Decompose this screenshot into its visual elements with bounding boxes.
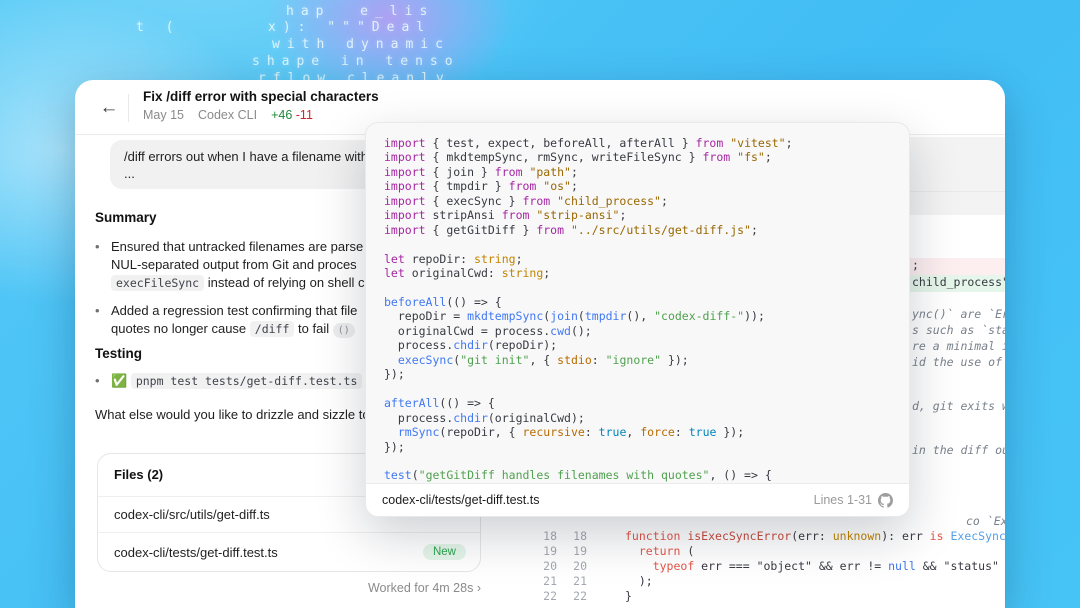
code-line: originalCwd = process.cwd();: [384, 324, 909, 338]
diff-code-fragment: co `ExecSyncErro: [966, 514, 1005, 529]
bullet-icon: •: [95, 302, 111, 320]
code-line: test("getGitDiff handles filenames with …: [384, 468, 909, 482]
diff-stats: +46 -11: [271, 108, 313, 122]
diff-code-fragment: re a minimal in: [912, 339, 1005, 354]
testing-bullet-line: •✅ pnpm test tests/get-diff.test.ts »: [95, 372, 383, 390]
code-preview-popup: import { test, expect, beforeAll, afterA…: [365, 122, 910, 517]
bg-text-line: x): """Deal: [268, 20, 431, 35]
worked-duration-link[interactable]: Worked for 4m 28s ›: [97, 581, 481, 595]
line-number-old: 19: [533, 544, 557, 559]
file-path: codex-cli/src/utils/get-diff.ts: [114, 507, 270, 522]
file-row[interactable]: codex-cli/tests/get-diff.test.ts New: [98, 532, 480, 571]
chevron-right-icon: ›: [477, 581, 481, 595]
summary-bullet-line: quotes no longer cause /diff to fail (): [95, 320, 355, 338]
check-icon: ✅: [111, 373, 127, 388]
code-line: execSync("git init", { stdio: "ignore" }…: [384, 353, 909, 367]
code-line: repoDir = mkdtempSync(join(tmpdir(), "co…: [384, 309, 909, 323]
diff-code-fragment: in the diff out: [912, 443, 1005, 458]
user-message-line: /diff errors out when I have a filename …: [124, 148, 396, 165]
header-divider: [128, 94, 129, 122]
summary-bullet-line: •Ensured that untracked filenames are pa…: [95, 238, 363, 256]
summary-bullet-line: NUL-separated output from Git and proces: [95, 256, 357, 274]
code-line: import { execSync } from "child_process"…: [384, 194, 909, 208]
summary-bullet-line: •Added a regression test confirming that…: [95, 302, 357, 320]
diff-code-fragment: id the use of `: [912, 355, 1005, 370]
popup-code[interactable]: import { test, expect, beforeAll, afterA…: [366, 123, 909, 485]
line-number-old: 21: [533, 574, 557, 589]
code-line: });: [384, 440, 909, 454]
bullet-icon: •: [95, 238, 111, 256]
diff-code-fragment: ync()` are `Err: [912, 307, 1005, 322]
code-line: process.chdir(originalCwd);: [384, 411, 909, 425]
task-meta: May 15 Codex CLI +46 -11: [143, 108, 313, 122]
line-number-old: 18: [533, 529, 557, 544]
diff-code-text: typeof err === "object" && err != null &…: [625, 559, 1005, 574]
popup-footer: codex-cli/tests/get-diff.test.ts Lines 1…: [366, 483, 909, 516]
line-number-new: 21: [563, 574, 587, 589]
diff-code-text: );: [625, 574, 653, 589]
file-path: codex-cli/tests/get-diff.test.ts: [114, 545, 278, 560]
user-message-ellipsis[interactable]: ...: [124, 165, 396, 182]
new-file-badge: New: [423, 544, 466, 560]
task-date: May 15: [143, 108, 184, 122]
task-title: Fix /diff error with special characters: [143, 89, 379, 104]
diff-code-fragment: s such as `stat: [912, 323, 1005, 338]
code-line: beforeAll(() => {: [384, 295, 909, 309]
code-line: let originalCwd: string;: [384, 266, 909, 280]
code-line: import stripAnsi from "strip-ansi";: [384, 208, 909, 222]
code-chip: /diff: [250, 321, 295, 337]
line-number-old: 22: [533, 589, 557, 604]
line-number-new: 20: [563, 559, 587, 574]
task-agent: Codex CLI: [198, 108, 257, 122]
followup-question: What else would you like to drizzle and …: [95, 406, 370, 424]
popup-lines-label: Lines 1-31: [814, 493, 893, 508]
code-line: [384, 382, 909, 396]
line-number-new: 18: [563, 529, 587, 544]
code-chip: execFileSync: [111, 275, 204, 291]
diff-code-text: }: [625, 589, 632, 604]
bg-text-line: with dynamic: [272, 37, 450, 52]
code-reference-chip[interactable]: (): [333, 323, 355, 338]
code-line: import { mkdtempSync, rmSync, writeFileS…: [384, 150, 909, 164]
additions-count: +46: [271, 108, 292, 122]
bg-text-line: shape in tenso: [252, 54, 460, 69]
code-line: process.chdir(repoDir);: [384, 338, 909, 352]
code-line: let repoDir: string;: [384, 252, 909, 266]
summary-bullet-line: execFileSync instead of relying on shell…: [95, 274, 365, 292]
bg-text-fragment: t (: [136, 20, 180, 35]
diff-code-fragment: ;: [912, 258, 919, 273]
github-icon: [878, 493, 893, 508]
bg-text-line: hap e_lis: [286, 4, 434, 19]
back-arrow-icon: ←: [100, 97, 119, 119]
line-number-new: 19: [563, 544, 587, 559]
code-line: import { test, expect, beforeAll, afterA…: [384, 136, 909, 150]
test-command-chip[interactable]: pnpm test tests/get-diff.test.ts: [131, 373, 363, 389]
code-line: [384, 237, 909, 251]
code-line: [384, 454, 909, 468]
back-button[interactable]: ←: [95, 94, 123, 122]
line-number-old: 20: [533, 559, 557, 574]
code-line: rmSync(repoDir, { recursive: true, force…: [384, 425, 909, 439]
bullet-icon: •: [95, 372, 111, 390]
code-line: import { tmpdir } from "os";: [384, 179, 909, 193]
popup-filename[interactable]: codex-cli/tests/get-diff.test.ts: [382, 493, 539, 507]
deletions-count: -11: [296, 108, 313, 122]
diff-code-fragment: d, git exits wi: [912, 399, 1005, 414]
code-line: afterAll(() => {: [384, 396, 909, 410]
code-line: import { getGitDiff } from "../src/utils…: [384, 223, 909, 237]
diff-code-fragment: child_process";: [912, 275, 1005, 290]
line-number-new: 22: [563, 589, 587, 604]
code-line: import { join } from "path";: [384, 165, 909, 179]
code-line: [384, 281, 909, 295]
testing-heading: Testing: [95, 346, 142, 361]
diff-code-text: return (: [625, 544, 694, 559]
summary-heading: Summary: [95, 210, 157, 225]
code-line: });: [384, 367, 909, 381]
diff-code-text: function isExecSyncError(err: unknown): …: [625, 529, 1005, 544]
